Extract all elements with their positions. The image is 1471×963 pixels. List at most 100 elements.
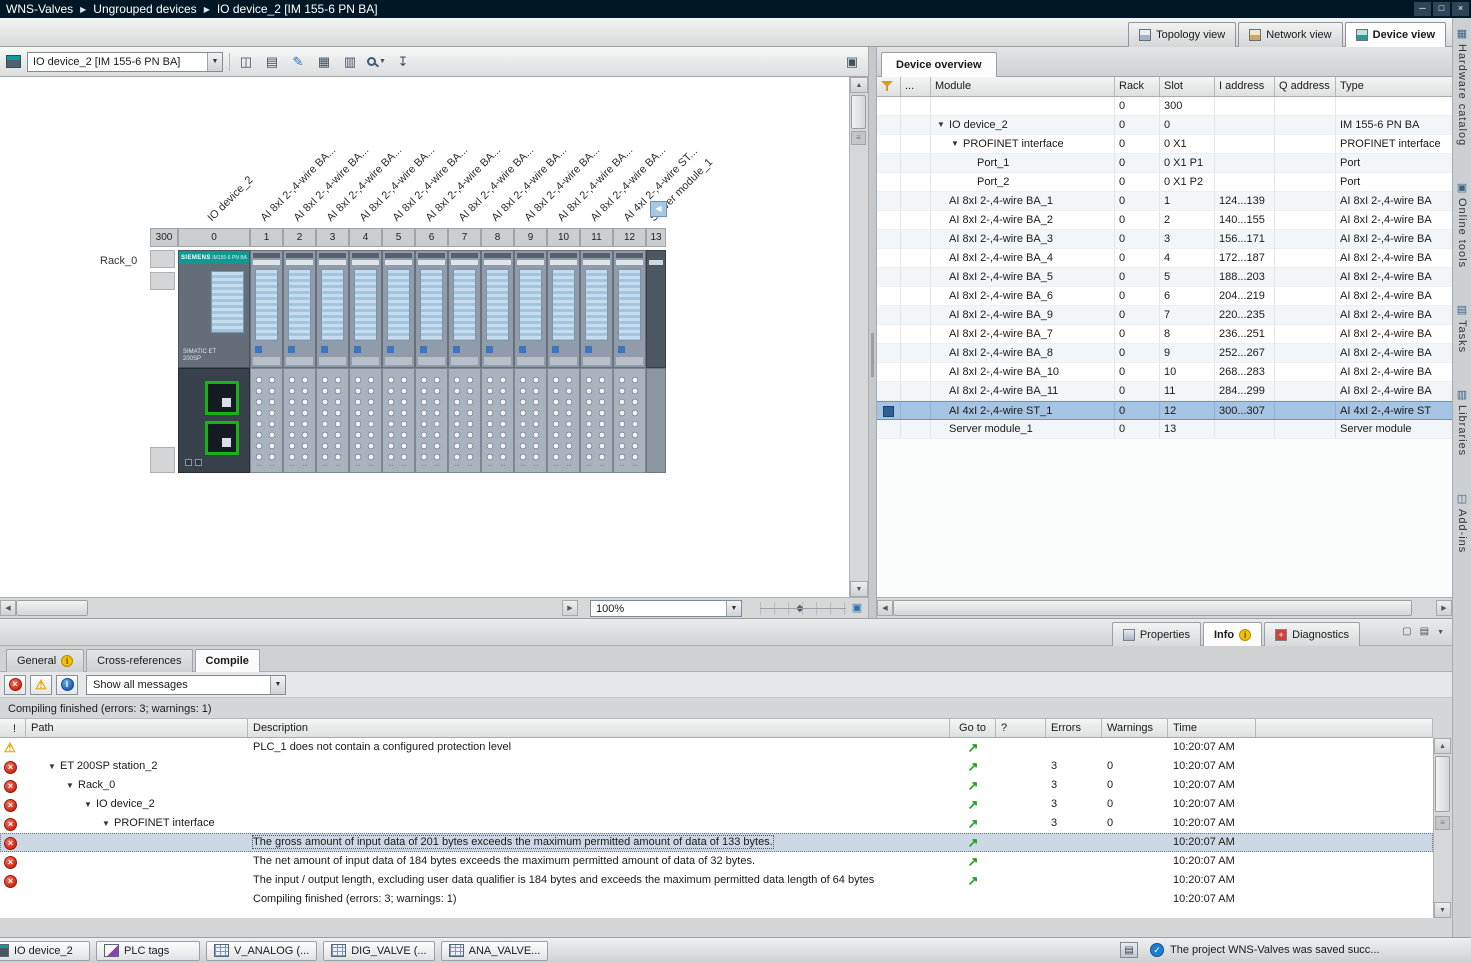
export-view-icon[interactable]: ↧: [393, 52, 413, 72]
goto-arrow-icon[interactable]: ↗: [968, 873, 979, 888]
expander-open-icon[interactable]: ▼: [84, 795, 96, 814]
expander-open-icon[interactable]: ▼: [951, 135, 963, 153]
column-header-slot[interactable]: Slot: [1160, 77, 1215, 96]
snapshot-icon[interactable]: ▣: [842, 52, 862, 72]
device-selector-dropdown[interactable]: IO device_2 [IM 155-6 PN BA] ▼: [27, 52, 223, 72]
device-overview-row[interactable]: ▼IO device_200IM 155-6 PN BA: [877, 116, 1452, 135]
column-header-time[interactable]: Time: [1168, 719, 1256, 737]
compile-vertical-scrollbar[interactable]: ▲ ≡ ▼: [1433, 738, 1451, 918]
goto-arrow-icon[interactable]: ↗: [968, 816, 979, 831]
module-slot-0[interactable]: SIEMENSIM155-6 PN BASIMATIC ET 200SP: [178, 250, 250, 368]
module-slot-7[interactable]: [448, 250, 481, 368]
filter-errors-button[interactable]: ×: [4, 675, 26, 695]
scroll-grip[interactable]: ≡: [1435, 816, 1450, 830]
device-overview-row[interactable]: AI 8xI 2-,4-wire BA_404172...187AI 8xI 2…: [877, 249, 1452, 268]
expander-open-icon[interactable]: ▼: [102, 814, 114, 833]
device-overview-row[interactable]: AI 8xI 2-,4-wire BA_809252...267AI 8xI 2…: [877, 344, 1452, 363]
taskbar-item-v-analog[interactable]: V_ANALOG (...: [206, 941, 317, 961]
chevron-down-icon[interactable]: ▼: [207, 53, 222, 71]
compile-message-row[interactable]: ×▼ET 200SP station_2↗3010:20:07 AM: [0, 757, 1433, 776]
device-overview-row[interactable]: Server module_1013Server module: [877, 420, 1452, 439]
profinet-port-2[interactable]: [205, 421, 239, 455]
column-header-path[interactable]: Path: [26, 719, 248, 737]
expander-open-icon[interactable]: ▼: [66, 776, 78, 795]
column-header-description[interactable]: Description: [248, 719, 950, 737]
window-restore-button[interactable]: □: [1433, 2, 1450, 16]
scroll-left-button[interactable]: ◀: [877, 600, 893, 616]
inspector-tab-diagnostics[interactable]: +Diagnostics: [1264, 622, 1360, 646]
breadcrumb-item-ungrouped-devices[interactable]: Ungrouped devices: [93, 2, 196, 16]
module-slot-6[interactable]: [415, 250, 448, 368]
hscroll-thumb[interactable]: [893, 600, 1412, 616]
fit-to-view-icon[interactable]: ▣: [849, 601, 865, 616]
compile-message-row[interactable]: Compiling finished (errors: 3; warnings:…: [0, 890, 1433, 909]
module-terminal-block-12[interactable]: [613, 368, 646, 473]
goto-arrow-icon[interactable]: ↗: [968, 740, 979, 755]
sidebar-tab-libraries[interactable]: ▥Libraries: [1456, 389, 1468, 456]
compile-message-row[interactable]: ×▼PROFINET interface↗3010:20:07 AM: [0, 814, 1433, 833]
device-overview-row[interactable]: AI 8xI 2-,4-wire BA_303156...171AI 8xI 2…: [877, 230, 1452, 249]
column-header-rack[interactable]: Rack: [1115, 77, 1160, 96]
filter-warnings-button[interactable]: ⚠: [30, 675, 52, 695]
module-terminal-block-7[interactable]: [448, 368, 481, 473]
goto-arrow-icon[interactable]: ↗: [968, 778, 979, 793]
profinet-port-1[interactable]: [205, 381, 239, 415]
goto-arrow-icon[interactable]: ↗: [968, 759, 979, 774]
device-overview-row[interactable]: AI 8xI 2-,4-wire BA_10010268...283AI 8xI…: [877, 363, 1452, 382]
module-terminal-block-3[interactable]: [316, 368, 349, 473]
module-terminal-block-0[interactable]: [178, 368, 250, 473]
dock-panel-icon[interactable]: ▤: [1420, 626, 1429, 639]
module-slot-12[interactable]: [613, 250, 646, 368]
view-tab-topology-view[interactable]: Topology view: [1128, 22, 1236, 47]
column-header-warnings[interactable]: Warnings: [1102, 719, 1168, 737]
goto-arrow-icon[interactable]: ↗: [968, 797, 979, 812]
pages-icon[interactable]: ▥: [340, 52, 360, 72]
module-slot-1[interactable]: [250, 250, 283, 368]
filter-icon[interactable]: [877, 77, 901, 96]
collapse-rack-icon[interactable]: ◀: [650, 201, 667, 217]
canvas-horizontal-scrollbar[interactable]: ◀ ▶ 100% ▼ ◆ ▣: [0, 597, 868, 618]
module-slot-8[interactable]: [481, 250, 514, 368]
collapse-panel-icon[interactable]: ▼: [1437, 626, 1444, 639]
tab-device-overview[interactable]: Device overview: [881, 52, 997, 77]
zoom-slider[interactable]: ◆: [760, 602, 846, 615]
pane-splitter[interactable]: [868, 47, 877, 618]
overview-horizontal-scrollbar[interactable]: ◀ ▶: [877, 597, 1452, 618]
module-slot-11[interactable]: [580, 250, 613, 368]
device-overview-row[interactable]: AI 8xI 2-,4-wire BA_101124...139AI 8xI 2…: [877, 192, 1452, 211]
device-overview-row[interactable]: AI 8xI 2-,4-wire BA_708236...251AI 8xI 2…: [877, 325, 1452, 344]
module-terminal-block-11[interactable]: [580, 368, 613, 473]
window-close-button[interactable]: ×: [1452, 2, 1469, 16]
module-terminal-block-2[interactable]: [283, 368, 316, 473]
subtab-cross-references[interactable]: Cross-references: [86, 649, 192, 672]
canvas-vertical-scrollbar[interactable]: ▲ ≡ ▼: [849, 77, 868, 597]
module-diagonal-label[interactable]: IO device_2: [206, 174, 256, 224]
module-terminal-block-10[interactable]: [547, 368, 580, 473]
module-slot-9[interactable]: [514, 250, 547, 368]
splitter-grip[interactable]: [871, 333, 874, 377]
compile-message-row[interactable]: ×The net amount of input data of 184 byt…: [0, 852, 1433, 871]
splitter-grip[interactable]: ≡: [851, 131, 866, 145]
scroll-down-button[interactable]: ▼: [850, 581, 868, 597]
device-overview-row[interactable]: Port_100 X1 P1Port: [877, 154, 1452, 173]
module-slot-5[interactable]: [382, 250, 415, 368]
scroll-up-button[interactable]: ▲: [850, 77, 868, 93]
sidebar-tab-add-ins[interactable]: ◫Add-ins: [1456, 493, 1468, 553]
module-terminal-block-13[interactable]: [646, 368, 666, 473]
vscroll-thumb[interactable]: [851, 95, 866, 129]
column-header-module[interactable]: Module: [931, 77, 1115, 96]
module-slot-4[interactable]: [349, 250, 382, 368]
compile-message-row[interactable]: ×▼Rack_0↗3010:20:07 AM: [0, 776, 1433, 795]
module-terminal-block-9[interactable]: [514, 368, 547, 473]
compile-message-row[interactable]: ⚠PLC_1 does not contain a configured pro…: [0, 738, 1433, 757]
column-header-i-address[interactable]: I address: [1215, 77, 1275, 96]
grid-icon[interactable]: ▦: [314, 52, 334, 72]
column-header-type[interactable]: Type: [1336, 77, 1452, 96]
zoom-select[interactable]: 100% ▼: [590, 600, 742, 617]
taskbar-item-ana-valve[interactable]: ANA_VALVE...: [441, 941, 549, 961]
column-header-col0[interactable]: !: [0, 719, 26, 737]
device-overview-row[interactable]: ▼PROFINET interface00 X1PROFINET interfa…: [877, 135, 1452, 154]
float-panel-icon[interactable]: ▢: [1402, 626, 1411, 639]
module-terminal-block-1[interactable]: [250, 368, 283, 473]
show-labels-icon[interactable]: ▤: [262, 52, 282, 72]
